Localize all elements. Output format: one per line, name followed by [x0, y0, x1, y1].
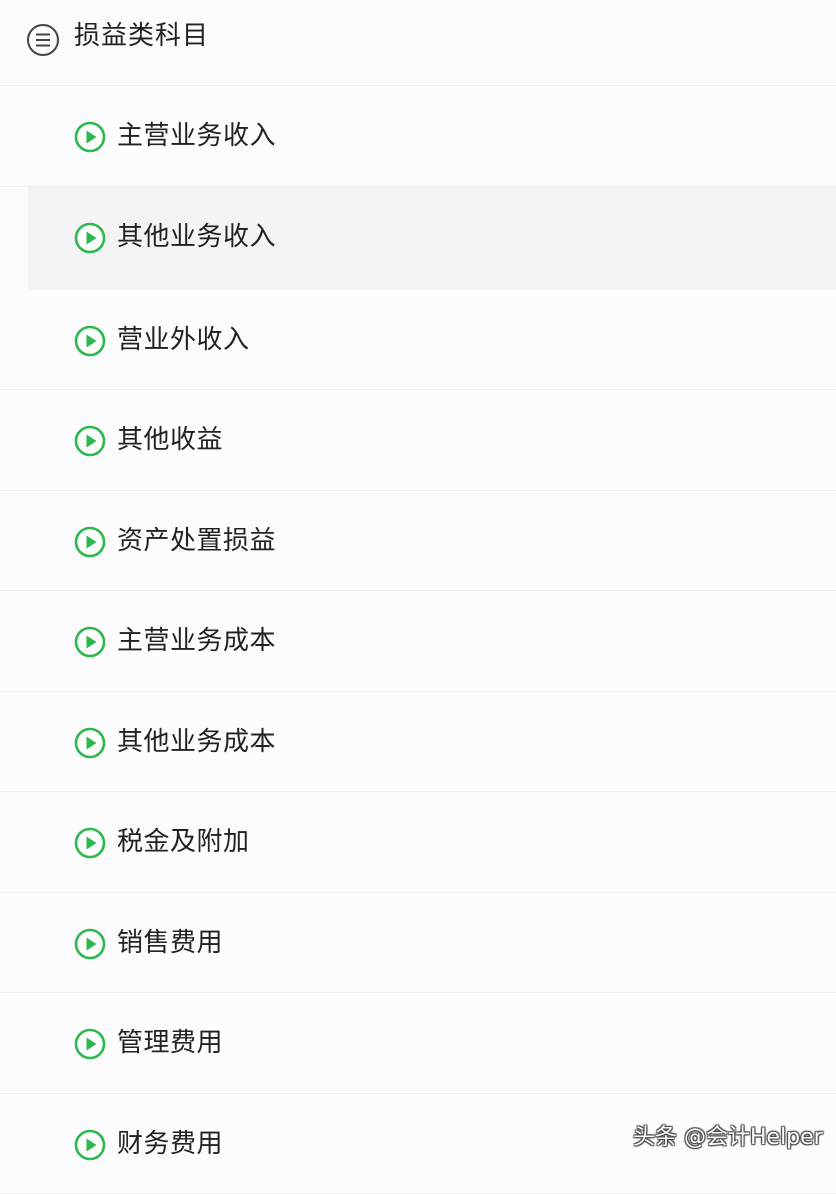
list-item[interactable]: 其他业务成本 [0, 692, 836, 793]
list-item-label: 其他收益 [117, 420, 223, 460]
list-item[interactable]: 管理费用 [0, 993, 836, 1094]
play-circle-icon [74, 626, 106, 658]
play-circle-icon [74, 928, 106, 960]
list-item-label: 营业外收入 [117, 320, 250, 360]
section-header[interactable]: 损益类科目 [0, 0, 836, 86]
list-item[interactable]: 营业外收入 [0, 290, 836, 391]
list-item[interactable]: 销售费用 [0, 893, 836, 994]
list-item-label: 税金及附加 [117, 822, 250, 862]
play-circle-icon [74, 121, 106, 153]
list-item-label: 财务费用 [117, 1124, 223, 1164]
play-circle-icon [74, 222, 106, 254]
list-item[interactable]: 其他收益 [0, 390, 836, 491]
list-item[interactable]: 资产处置损益 [0, 491, 836, 592]
list-item-label: 管理费用 [117, 1023, 223, 1063]
list-item-label: 主营业务成本 [117, 621, 276, 661]
list-item[interactable]: 税金及附加 [0, 792, 836, 893]
play-circle-icon [74, 526, 106, 558]
section-title: 损益类科目 [74, 16, 209, 56]
play-circle-icon [74, 325, 106, 357]
play-circle-icon [74, 1028, 106, 1060]
play-circle-icon [74, 827, 106, 859]
play-circle-icon [74, 727, 106, 759]
play-circle-icon [74, 425, 106, 457]
list-item-label: 其他业务成本 [117, 722, 276, 762]
list-item-active[interactable]: 其他业务收入 [28, 187, 836, 290]
menu-list-icon[interactable] [26, 23, 60, 57]
list-item-label: 其他业务收入 [117, 217, 276, 257]
subject-list: 主营业务收入 其他业务收入 营业外收入 其他收益 资产处置损益 主营业务成本 其… [0, 86, 836, 1194]
list-item-label: 销售费用 [117, 923, 223, 963]
list-item-label: 资产处置损益 [117, 521, 276, 561]
list-item[interactable]: 主营业务收入 [0, 86, 836, 187]
list-item-label: 主营业务收入 [117, 116, 276, 156]
list-item[interactable]: 主营业务成本 [0, 591, 836, 692]
watermark-text: 头条 @会计Helper [633, 1122, 823, 1154]
play-circle-icon [74, 1129, 106, 1161]
